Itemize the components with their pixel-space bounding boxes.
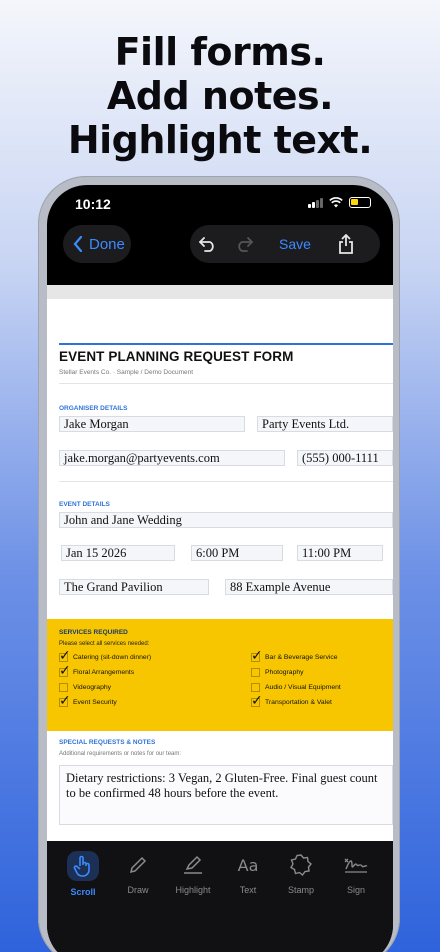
notes-hint: Additional requirements or notes for our… [59,751,182,757]
organiser-name-field[interactable]: Jake Morgan [59,416,245,432]
share-icon [339,234,353,254]
organiser-section-label: ORGANISER DETAILS [59,405,128,412]
service-checkbox[interactable]: ✓ Bar & Beverage Service [251,648,338,664]
checkmark-icon: ✓ [251,648,263,664]
status-time: 10:12 [75,196,111,212]
form-subtitle: Stellar Events Co. · Sample / Demo Docum… [59,369,194,376]
draw-tool[interactable]: Draw [114,851,162,895]
organiser-email-field[interactable]: jake.morgan@partyevents.com [59,450,285,466]
save-button[interactable]: Save [262,236,328,252]
headline-line-1: Fill forms. [114,30,326,74]
cellular-signal-icon [308,197,323,208]
checkbox[interactable]: ✓ [59,693,71,709]
edit-actions-pill: Save [190,225,380,263]
headline-line-2: Add notes. [106,74,334,118]
pdf-document[interactable]: EVENT PLANNING REQUEST FORM Stellar Even… [47,285,393,841]
event-start-field[interactable]: 6:00 PM [191,545,283,561]
checkbox[interactable]: ✓ [59,648,71,664]
undo-button[interactable] [190,225,226,263]
signature-icon [344,858,368,873]
bottom-toolbar: Scroll Draw Highlight Aa Text Stamp Sign [47,841,393,952]
service-label: Photography [265,669,304,676]
checkmark-icon: ✓ [251,693,263,709]
tool-label: Stamp [287,885,314,895]
undo-icon [199,237,214,252]
pencil-icon [129,856,147,874]
highlighter-icon [184,855,202,874]
notes-section-label: SPECIAL REQUESTS & NOTES [59,739,156,746]
phone-screen: 10:12 Done Save EVENT PLANNING REQUEST F… [47,185,393,952]
checkmark-icon: ✓ [59,693,71,709]
service-label: Transportation & Valet [265,699,332,706]
chevron-left-icon [73,236,83,252]
checkmark-icon: ✓ [59,648,71,664]
tool-label: Sign [346,885,365,895]
tool-label: Scroll [70,887,96,897]
checkbox[interactable] [251,683,260,692]
service-label: Floral Arrangements [73,669,135,676]
share-button[interactable] [328,225,364,263]
highlight-tool[interactable]: Highlight [169,851,217,895]
status-bar: 10:12 [47,185,393,229]
tool-label: Highlight [175,885,211,895]
sign-tool[interactable]: Sign [332,851,380,895]
nav-bar: Done Save [47,225,393,265]
headline-line-3: Highlight text. [67,118,373,162]
checkbox[interactable]: ✓ [59,663,71,679]
service-label: Catering (sit-down dinner) [73,654,152,661]
event-date-field[interactable]: Jan 15 2026 [61,545,175,561]
service-label: Event Security [73,699,117,706]
service-checkbox[interactable]: Videography [59,683,111,692]
status-icons [308,197,371,208]
service-label: Bar & Beverage Service [265,654,338,661]
services-title: SERVICES REQUIRED [59,629,128,636]
event-section-label: EVENT DETAILS [59,501,110,508]
scroll-tool[interactable]: Scroll [59,851,107,897]
text-tool[interactable]: Aa Text [224,851,272,896]
page-gap [47,285,393,299]
text-aa-icon: Aa [237,855,259,875]
done-label: Done [89,235,125,253]
services-hint: Please select all services needed: [59,641,150,647]
tool-label: Draw [127,885,149,895]
battery-icon [349,197,371,208]
stamp-icon [290,854,312,876]
service-checkbox[interactable]: ✓ Event Security [59,693,117,709]
event-end-field[interactable]: 11:00 PM [297,545,383,561]
title-accent-bar [59,343,393,345]
checkbox[interactable]: ✓ [251,693,263,709]
marketing-headline: Fill forms. Add notes. Highlight text. [0,30,440,162]
form-title: EVENT PLANNING REQUEST FORM [59,349,294,364]
organiser-phone-field[interactable]: (555) 000-1111 [297,450,393,466]
done-button[interactable]: Done [63,225,131,263]
event-venue-field[interactable]: The Grand Pavilion [59,579,209,595]
redo-button[interactable] [226,225,262,263]
service-checkbox[interactable]: ✓ Floral Arrangements [59,663,135,679]
service-checkbox[interactable]: Photography [251,668,304,677]
checkbox[interactable]: ✓ [251,648,263,664]
hand-pointer-icon [73,855,90,877]
divider [59,481,393,482]
service-checkbox[interactable]: Audio / Visual Equipment [251,683,341,692]
checkbox[interactable] [251,668,260,677]
service-label: Audio / Visual Equipment [265,684,341,691]
notes-textarea[interactable]: Dietary restrictions: 3 Vegan, 2 Gluten-… [59,765,393,825]
tool-label: Text [239,885,257,895]
service-checkbox[interactable]: ✓ Catering (sit-down dinner) [59,648,152,664]
service-checkbox[interactable]: ✓ Transportation & Valet [251,693,332,709]
event-address-field[interactable]: 88 Example Avenue [225,579,393,595]
wifi-icon [329,197,343,208]
checkbox[interactable] [59,683,68,692]
organiser-company-field[interactable]: Party Events Ltd. [257,416,393,432]
redo-icon [238,237,253,252]
stamp-tool[interactable]: Stamp [277,851,325,895]
divider [59,383,393,384]
event-name-field[interactable]: John and Jane Wedding [59,512,393,528]
services-section: SERVICES REQUIRED Please select all serv… [47,619,393,731]
checkmark-icon: ✓ [59,663,71,679]
service-label: Videography [73,684,112,691]
